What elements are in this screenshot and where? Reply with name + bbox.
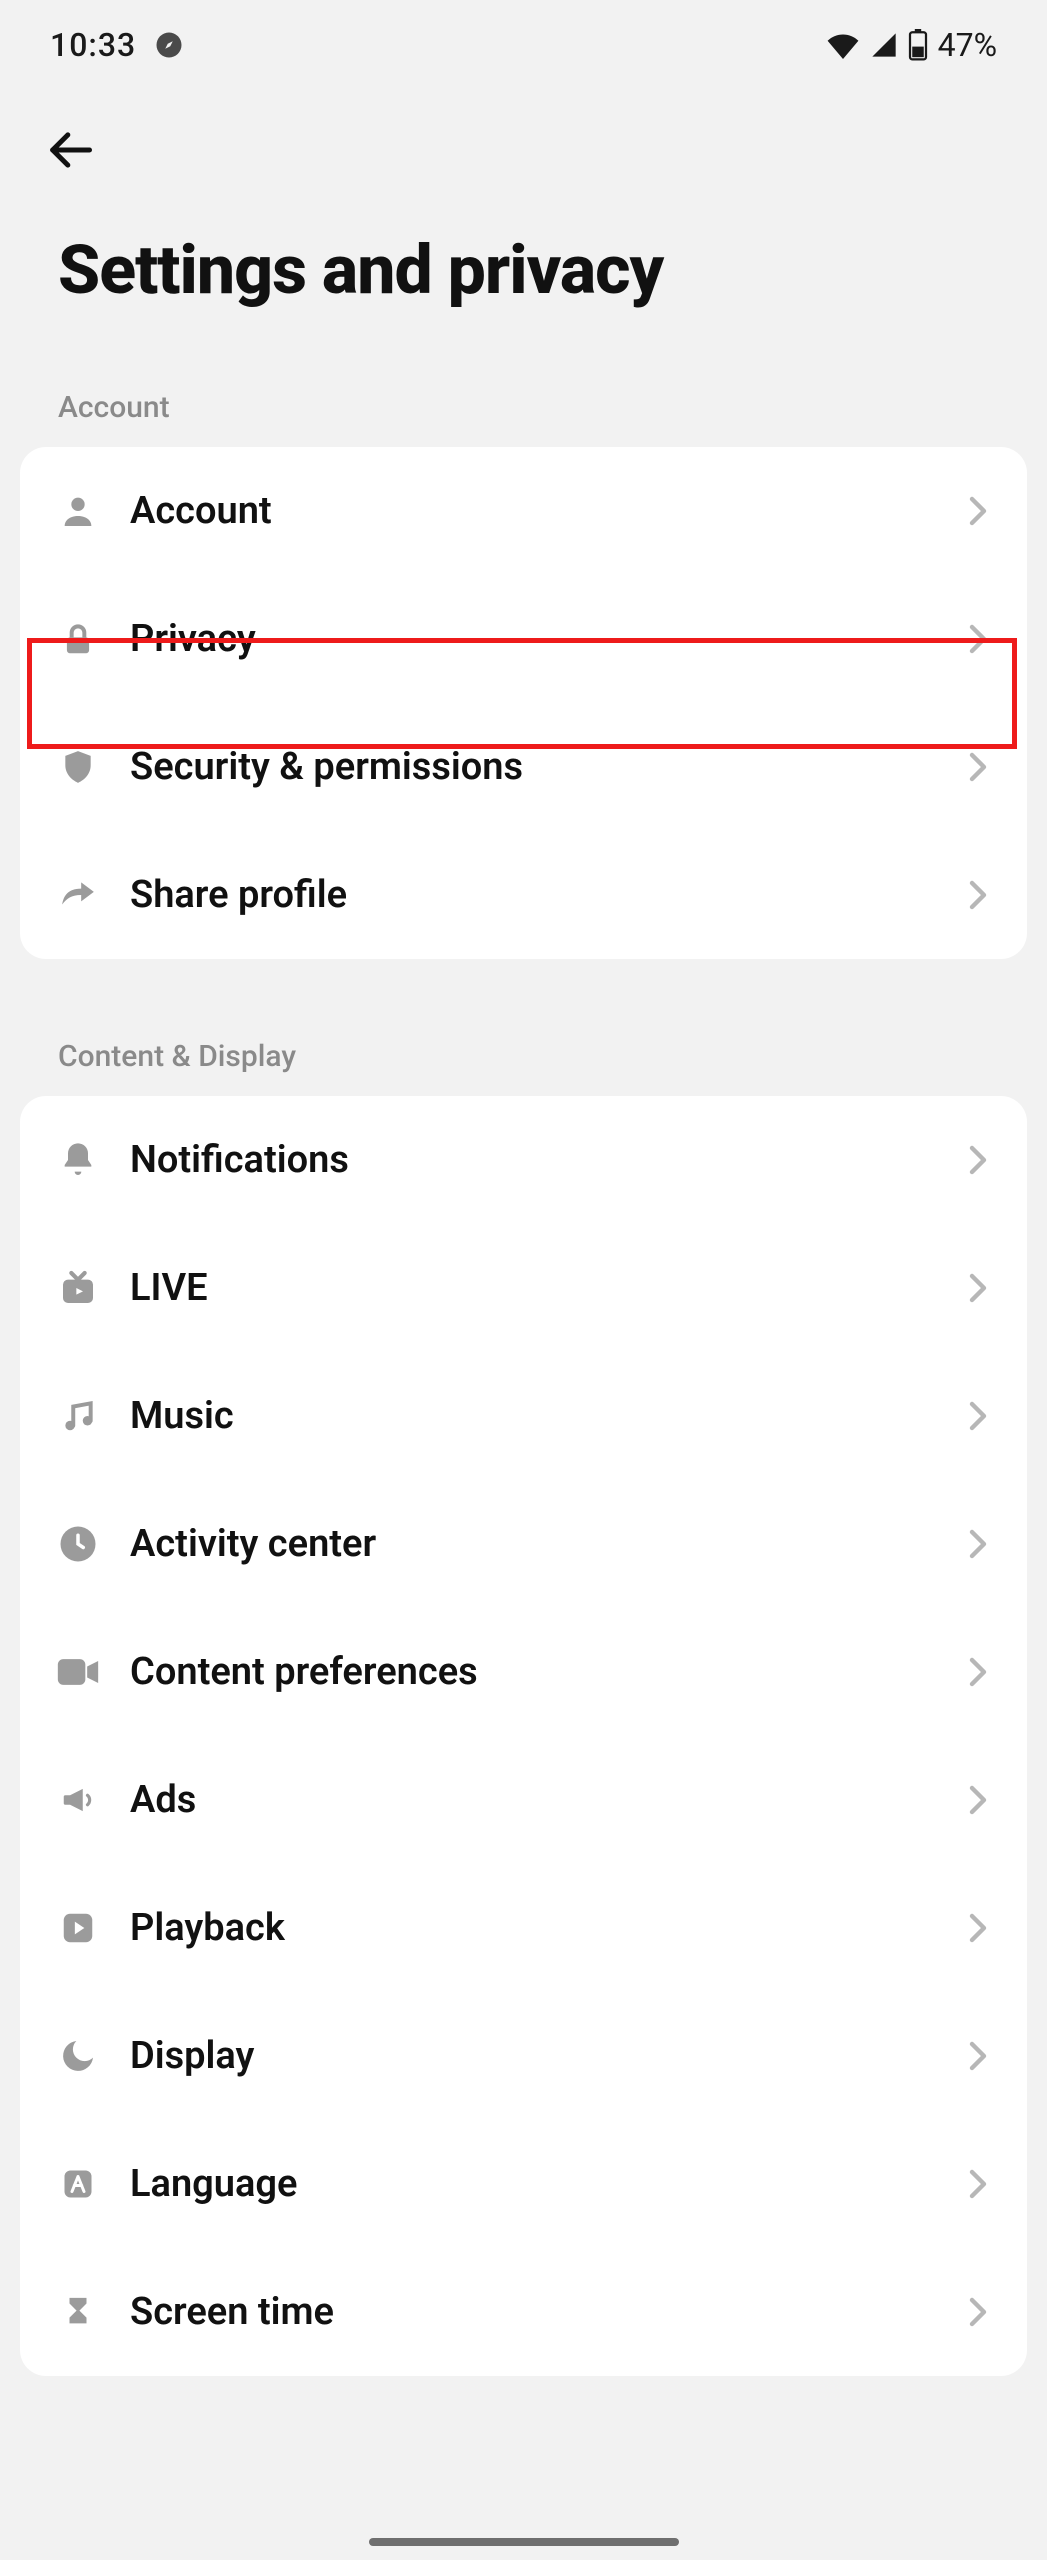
clock-icon [54, 1520, 102, 1568]
row-label: Display [130, 2034, 935, 2078]
chevron-right-icon [963, 880, 993, 910]
row-label: Playback [130, 1906, 935, 1950]
nav-row [0, 90, 1047, 220]
chevron-right-icon [963, 752, 993, 782]
video-icon [54, 1648, 102, 1696]
row-screen-time[interactable]: Screen time [20, 2248, 1027, 2376]
row-label: Ads [130, 1778, 935, 1822]
shield-icon [54, 743, 102, 791]
row-live[interactable]: LIVE [20, 1224, 1027, 1352]
megaphone-icon [54, 1776, 102, 1824]
row-activity-center[interactable]: Activity center [20, 1480, 1027, 1608]
page-title: Settings and privacy [0, 220, 1047, 370]
lock-icon [54, 615, 102, 663]
chevron-right-icon [963, 624, 993, 654]
row-content-preferences[interactable]: Content preferences [20, 1608, 1027, 1736]
chevron-right-icon [963, 1785, 993, 1815]
row-label: Activity center [130, 1522, 935, 1566]
cellular-icon [870, 31, 898, 59]
chevron-right-icon [963, 1401, 993, 1431]
tv-icon [54, 1264, 102, 1312]
chevron-right-icon [963, 1657, 993, 1687]
row-privacy[interactable]: Privacy [20, 575, 1027, 703]
row-playback[interactable]: Playback [20, 1864, 1027, 1992]
row-label: Security & permissions [130, 745, 935, 789]
chevron-right-icon [963, 1145, 993, 1175]
chevron-right-icon [963, 2041, 993, 2071]
bell-icon [54, 1136, 102, 1184]
share-icon [54, 871, 102, 919]
row-label: Notifications [130, 1138, 935, 1182]
row-label: LIVE [130, 1266, 935, 1310]
wifi-icon [826, 31, 860, 59]
chevron-right-icon [963, 1913, 993, 1943]
card-content-display: Notifications LIVE Music [20, 1096, 1027, 2376]
status-bar: 10:33 47% [0, 0, 1047, 90]
row-label: Screen time [130, 2290, 935, 2334]
play-square-icon [54, 1904, 102, 1952]
back-button[interactable] [40, 120, 100, 180]
chevron-right-icon [963, 1273, 993, 1303]
row-language[interactable]: Language [20, 2120, 1027, 2248]
home-indicator[interactable] [369, 2538, 679, 2546]
row-notifications[interactable]: Notifications [20, 1096, 1027, 1224]
row-account[interactable]: Account [20, 447, 1027, 575]
row-display[interactable]: Display [20, 1992, 1027, 2120]
status-clock: 10:33 [50, 26, 136, 64]
row-label: Privacy [130, 617, 935, 661]
row-share-profile[interactable]: Share profile [20, 831, 1027, 959]
row-ads[interactable]: Ads [20, 1736, 1027, 1864]
compass-icon [154, 30, 184, 60]
chevron-right-icon [963, 2297, 993, 2327]
row-security-permissions[interactable]: Security & permissions [20, 703, 1027, 831]
moon-icon [54, 2032, 102, 2080]
chevron-right-icon [963, 1529, 993, 1559]
language-icon [54, 2160, 102, 2208]
battery-icon [908, 29, 928, 61]
row-label: Share profile [130, 873, 935, 917]
section-header-account: Account [0, 370, 1047, 447]
status-right: 47% [826, 26, 997, 64]
music-icon [54, 1392, 102, 1440]
status-left: 10:33 [50, 26, 184, 64]
section-header-content-display: Content & Display [0, 1019, 1047, 1096]
hourglass-icon [54, 2288, 102, 2336]
chevron-right-icon [963, 2169, 993, 2199]
battery-percent: 47% [938, 26, 997, 64]
row-label: Music [130, 1394, 935, 1438]
chevron-right-icon [963, 496, 993, 526]
row-label: Account [130, 489, 935, 533]
card-account: Account Privacy Security & permissions [20, 447, 1027, 959]
row-label: Content preferences [130, 1650, 935, 1694]
row-label: Language [130, 2162, 935, 2206]
row-music[interactable]: Music [20, 1352, 1027, 1480]
person-icon [54, 487, 102, 535]
